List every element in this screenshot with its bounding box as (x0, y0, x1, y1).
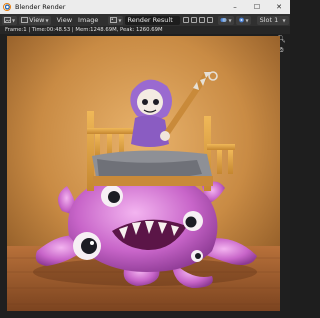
image-browse-button[interactable]: ▼ (108, 15, 124, 25)
chevron-down-icon: ▼ (228, 17, 232, 23)
slot-label: Slot 1 (259, 16, 279, 24)
display-channels-button[interactable]: ▼ (218, 15, 234, 25)
menu-image[interactable]: Image (76, 16, 100, 25)
chevron-down-icon: ▼ (118, 17, 122, 23)
maximize-button[interactable]: ☐ (246, 0, 268, 14)
render-stats-text: Frame:1 | Time:00:48.53 | Mem:1248.69M, … (5, 27, 163, 33)
menu-view[interactable]: View (55, 16, 74, 25)
channels-icon (220, 18, 227, 22)
window-controls: – ☐ ✕ (224, 0, 290, 14)
image-name-label: Render Result (127, 16, 173, 24)
chevron-down-icon: ▼ (245, 17, 249, 23)
render-picture (7, 36, 280, 311)
image-name-field[interactable]: Render Result (125, 15, 181, 25)
fake-user-icon[interactable] (183, 17, 190, 23)
image-browse-icon (110, 17, 118, 23)
view-mode-button[interactable]: View ▼ (19, 15, 51, 25)
chevron-down-icon: ▼ (12, 17, 16, 23)
chevron-down-icon: ▼ (45, 17, 49, 23)
slot-select[interactable]: Slot 1 ▼ (256, 15, 289, 25)
render-result-image (7, 36, 280, 311)
chevron-down-icon: ▼ (282, 17, 286, 23)
window-title: Blender Render (15, 3, 66, 11)
close-button[interactable]: ✕ (268, 0, 290, 14)
window-titlebar: Blender Render – ☐ ✕ (0, 0, 290, 14)
minimize-button[interactable]: – (224, 0, 246, 14)
blender-logo-icon (3, 3, 11, 11)
image-viewport[interactable]: 🔍︎ ✋︎ (0, 34, 290, 318)
unlink-icon[interactable] (207, 17, 214, 23)
editor-type-button[interactable]: ▼ (2, 15, 18, 25)
render-info-bar: Frame:1 | Time:00:48.53 | Mem:1248.69M, … (0, 26, 290, 34)
image-editor-header: ▼ View ▼ View Image ▼ Render Result ▼ ▼ … (0, 14, 290, 26)
view-mode-label: View (29, 16, 45, 24)
sample-tool-button[interactable]: ▼ (235, 15, 251, 25)
open-image-icon[interactable] (199, 17, 206, 23)
sample-icon (238, 17, 244, 23)
new-image-icon[interactable] (191, 17, 198, 23)
view-icon (21, 17, 28, 23)
image-editor-icon (4, 17, 11, 23)
